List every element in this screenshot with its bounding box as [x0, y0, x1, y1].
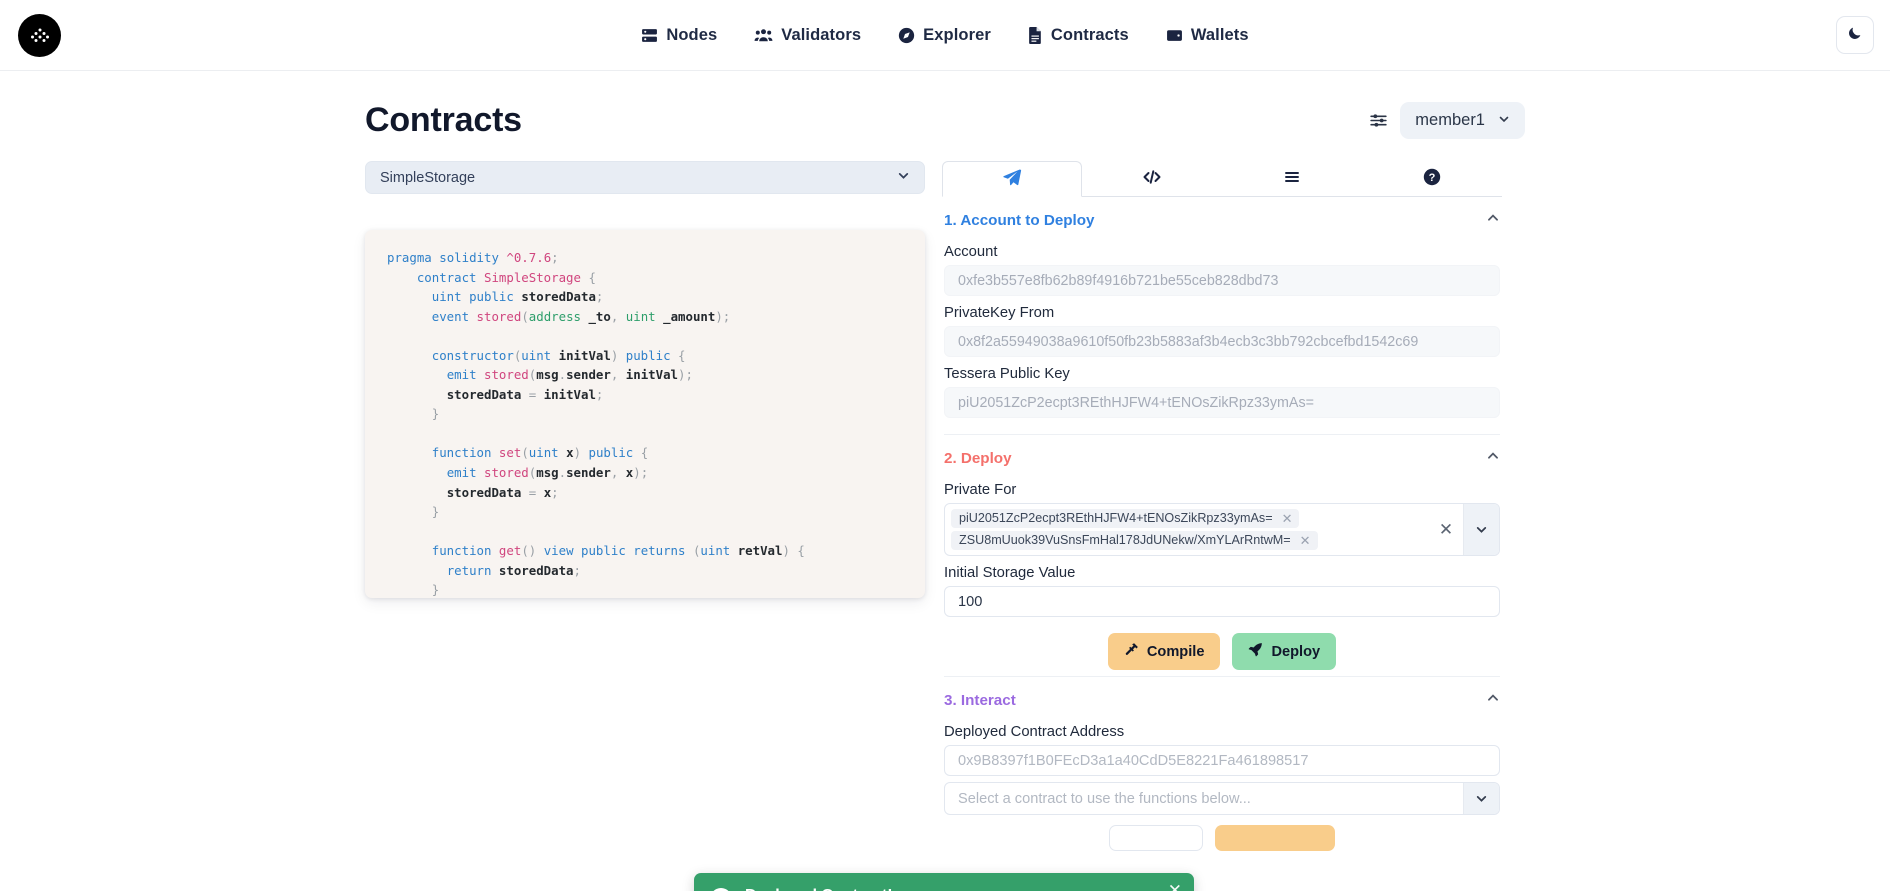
function-selector[interactable]: Select a contract to use the functions b… [944, 782, 1500, 815]
section-interact[interactable]: 3. Interact [944, 676, 1500, 715]
wallet-icon [1166, 27, 1183, 44]
solidity-source: pragma solidity ^0.7.6; contract SimpleS… [387, 248, 905, 598]
contract-selector-value: SimpleStorage [380, 170, 475, 186]
private-for-tag[interactable]: ZSU8mUuok39VuSnsFmHal178JdUNekw/XmYLArRn… [951, 531, 1318, 550]
nav-label: Explorer [923, 26, 991, 45]
chevron-up-icon[interactable] [1486, 449, 1500, 467]
chevron-down-icon [897, 169, 910, 186]
private-for-tags: piU2051ZcP2ecpt3REthHJFW4+tENOsZikRpz33y… [945, 504, 1429, 555]
contract-selector[interactable]: SimpleStorage [365, 161, 925, 194]
code-brackets-icon [1142, 167, 1162, 192]
chevron-up-icon[interactable] [1486, 691, 1500, 709]
section-3-title: 3. Interact [944, 692, 1016, 709]
close-icon[interactable]: ✕ [1282, 512, 1293, 525]
tab-help[interactable]: ? [1362, 161, 1502, 197]
account-label: Account [944, 244, 1500, 260]
server-icon [641, 27, 658, 44]
toast-content: Deployed Contract! The contract was succ… [745, 887, 1178, 891]
tessera-label: Tessera Public Key [944, 366, 1500, 382]
dark-mode-toggle[interactable] [1836, 16, 1874, 54]
toast-close-button[interactable]: ✕ [1168, 882, 1182, 891]
deploy-panel: 1. Account to Deploy Account 0xfe3b557e8… [942, 197, 1502, 851]
nav-item-contracts[interactable]: Contracts [1028, 26, 1129, 45]
close-icon[interactable]: ✕ [1300, 534, 1311, 547]
nav-item-validators[interactable]: Validators [754, 26, 861, 45]
page-body: Contracts member1 SimpleStorage [0, 71, 1890, 891]
compile-label: Compile [1147, 644, 1205, 660]
compass-icon [898, 27, 915, 44]
interact-secondary-button[interactable] [1109, 825, 1203, 851]
paper-plane-icon [1002, 167, 1022, 192]
tag-label: ZSU8mUuok39VuSnsFmHal178JdUNekw/XmYLArRn… [959, 533, 1291, 547]
deployed-address-value: 0x9B8397f1B0FEcD3a1a40CdD5E8221Fa4618985… [958, 753, 1309, 769]
moon-icon [1848, 25, 1863, 45]
nav-label: Contracts [1051, 26, 1129, 45]
chevron-down-icon[interactable] [1463, 783, 1499, 814]
compile-button[interactable]: Compile [1108, 633, 1221, 670]
deployed-address-input[interactable]: 0x9B8397f1B0FEcD3a1a40CdD5E8221Fa4618985… [944, 745, 1500, 776]
privatekey-value: 0x8f2a55949038a9610f50fb23b5883af3b4ecb3… [958, 334, 1418, 350]
page-header: Contracts member1 [365, 93, 1525, 147]
file-document-icon [1028, 27, 1043, 44]
rocket-icon [1248, 642, 1263, 661]
account-field[interactable]: 0xfe3b557e8fb62b89f4916b721be55ceb828dbd… [944, 265, 1500, 296]
privatekey-label: PrivateKey From [944, 305, 1500, 321]
right-column: ? 1. Account to Deploy Account 0xfe3b557… [942, 161, 1502, 851]
left-column: SimpleStorage pragma solidity ^0.7.6; co… [365, 161, 925, 851]
chevron-up-icon[interactable] [1486, 211, 1500, 229]
member-label: member1 [1415, 111, 1485, 130]
header-actions: member1 [1369, 102, 1525, 139]
member-selector[interactable]: member1 [1400, 102, 1525, 139]
deploy-label: Deploy [1271, 644, 1320, 660]
question-circle-icon: ? [1423, 168, 1441, 191]
interact-actions [944, 825, 1500, 851]
storage-value: 100 [958, 594, 982, 610]
deploy-button[interactable]: Deploy [1232, 633, 1336, 670]
hamburger-list-icon [1282, 167, 1302, 192]
private-for-label: Private For [944, 482, 1500, 498]
private-for-multiselect[interactable]: piU2051ZcP2ecpt3REthHJFW4+tENOsZikRpz33y… [944, 503, 1500, 556]
nav-item-explorer[interactable]: Explorer [898, 26, 991, 45]
interact-primary-button[interactable] [1215, 825, 1335, 851]
section-2-title: 2. Deploy [944, 450, 1012, 467]
section-account-to-deploy[interactable]: 1. Account to Deploy [944, 197, 1500, 235]
deploy-actions: Compile Deploy [944, 633, 1500, 670]
tessera-field[interactable]: piU2051ZcP2ecpt3REthHJFW4+tENOsZikRpz33y… [944, 387, 1500, 418]
nav-item-nodes[interactable]: Nodes [641, 26, 717, 45]
tab-list[interactable] [1222, 161, 1362, 197]
nav-label: Validators [781, 26, 861, 45]
deployed-address-label: Deployed Contract Address [944, 724, 1500, 740]
main-nav: Nodes Validators Explorer Contracts Wall [641, 26, 1248, 45]
storage-label: Initial Storage Value [944, 565, 1500, 581]
chevron-down-icon [1498, 111, 1510, 130]
sliders-icon[interactable] [1369, 111, 1388, 130]
users-icon [754, 27, 773, 44]
nav-item-wallets[interactable]: Wallets [1166, 26, 1249, 45]
privatekey-field[interactable]: 0x8f2a55949038a9610f50fb23b5883af3b4ecb3… [944, 326, 1500, 357]
initial-storage-input[interactable]: 100 [944, 586, 1500, 617]
deploy-success-toast: Deployed Contract! The contract was succ… [694, 873, 1194, 891]
code-viewer: pragma solidity ^0.7.6; contract SimpleS… [365, 230, 925, 598]
tessera-value: piU2051ZcP2ecpt3REthHJFW4+tENOsZikRpz33y… [958, 395, 1314, 411]
quorum-logo[interactable] [18, 14, 61, 57]
private-for-tag[interactable]: piU2051ZcP2ecpt3REthHJFW4+tENOsZikRpz33y… [951, 509, 1299, 528]
account-value: 0xfe3b557e8fb62b89f4916b721be55ceb828dbd… [958, 273, 1278, 289]
clear-all-icon[interactable]: ✕ [1429, 504, 1463, 555]
nav-label: Wallets [1191, 26, 1249, 45]
chevron-down-icon[interactable] [1463, 504, 1499, 555]
panel-tabs: ? [942, 161, 1502, 197]
section-deploy[interactable]: 2. Deploy [944, 434, 1500, 473]
page-title: Contracts [365, 101, 522, 140]
nav-label: Nodes [666, 26, 717, 45]
tab-source[interactable] [1082, 161, 1222, 197]
content-columns: SimpleStorage pragma solidity ^0.7.6; co… [365, 161, 1525, 851]
hammer-icon [1124, 642, 1139, 661]
top-navbar: Nodes Validators Explorer Contracts Wall [0, 0, 1890, 71]
section-1-title: 1. Account to Deploy [944, 212, 1094, 229]
svg-text:?: ? [1429, 172, 1436, 184]
toast-title: Deployed Contract! [745, 887, 1178, 891]
tab-deploy[interactable] [942, 161, 1082, 197]
function-selector-placeholder: Select a contract to use the functions b… [945, 783, 1463, 814]
tag-label: piU2051ZcP2ecpt3REthHJFW4+tENOsZikRpz33y… [959, 511, 1273, 525]
